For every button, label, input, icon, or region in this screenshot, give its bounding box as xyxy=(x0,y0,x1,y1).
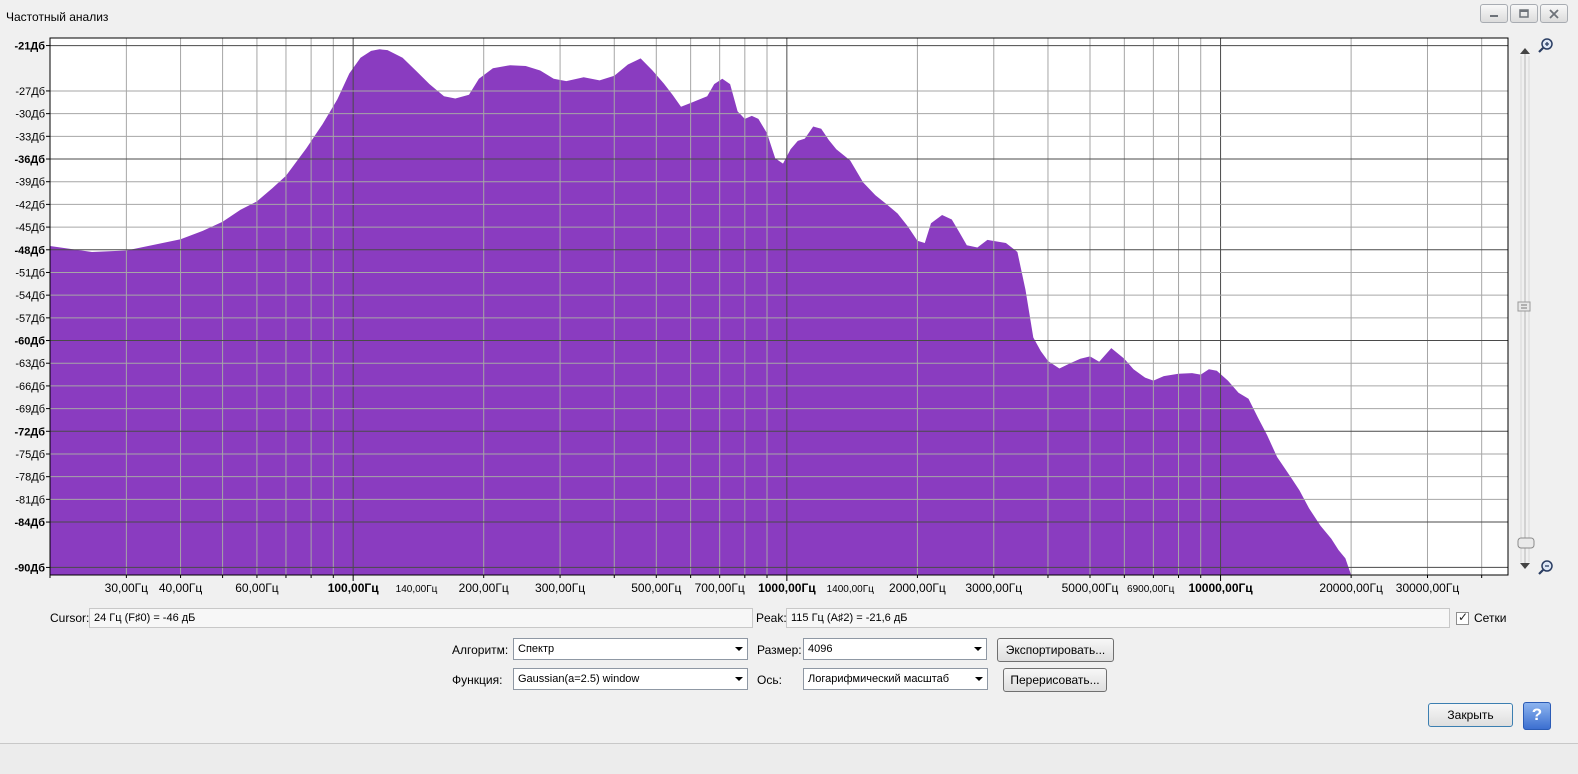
y-tick-label: -66Дб xyxy=(15,381,45,393)
axis-scale-select[interactable]: Логарифмический масштаб xyxy=(803,668,988,690)
vertical-zoom-scrollbar[interactable] xyxy=(1510,36,1540,581)
grid-checkbox-label[interactable]: Сетки xyxy=(1474,611,1506,625)
export-button[interactable]: Экспортировать... xyxy=(997,638,1114,662)
x-tick-label: 3000,00Гц xyxy=(965,581,1022,595)
x-tick-label: 200,00Гц xyxy=(459,581,509,595)
x-tick-label: 60,00Гц xyxy=(235,581,279,595)
y-tick-label: -60Дб xyxy=(14,336,45,348)
axis-scale-value: Логарифмический масштаб xyxy=(808,673,950,685)
minimize-icon[interactable] xyxy=(1480,4,1508,23)
window-function-value: Gaussian(a=2.5) window xyxy=(518,673,640,685)
cursor-readout: 24 Гц (F♯0) = -46 дБ xyxy=(89,608,753,628)
y-tick-label: -69Дб xyxy=(15,404,45,416)
x-tick-label: 6900,00Гц xyxy=(1127,584,1175,595)
peak-label: Peak: xyxy=(756,611,787,625)
grid-checkbox[interactable]: ✓ xyxy=(1456,610,1469,625)
y-tick-label: -30Дб xyxy=(15,109,45,121)
spectrum-plot-area[interactable]: -21Дб -27Дб -30Дб -33Дб -36Дб -39Дб -42Дб -45Дб… xyxy=(0,32,1560,602)
algorithm-label: Алгоритм: xyxy=(452,643,509,657)
y-tick-label: -48Дб xyxy=(14,245,45,257)
maximize-icon[interactable] xyxy=(1510,4,1538,23)
algorithm-select[interactable]: Спектр xyxy=(513,638,748,660)
y-tick-label: -84Дб xyxy=(14,517,45,529)
status-bar xyxy=(0,743,1578,774)
x-tick-label: 10000,00Гц xyxy=(1188,581,1253,595)
title-bar: Частотный анализ xyxy=(0,0,1578,32)
x-tick-label: 40,00Гц xyxy=(159,581,203,595)
window-function-select[interactable]: Gaussian(a=2.5) window xyxy=(513,668,748,690)
window-title: Частотный анализ xyxy=(6,10,109,24)
zoom-in-icon[interactable] xyxy=(1537,37,1555,55)
y-tick-label: -27Дб xyxy=(15,86,45,98)
chevron-down-icon xyxy=(735,647,743,651)
y-tick-label: -51Дб xyxy=(15,267,45,279)
x-tick-label: 1000,00Гц xyxy=(758,581,816,595)
x-tick-label: 30,00Гц xyxy=(105,581,149,595)
chevron-down-icon xyxy=(975,677,983,681)
redraw-button[interactable]: Перерисовать... xyxy=(1003,668,1107,692)
x-tick-label: 1400,00Гц xyxy=(827,584,875,595)
x-tick-label: 30000,00Гц xyxy=(1396,581,1460,595)
y-tick-label: -72Дб xyxy=(14,426,45,438)
close-button[interactable]: Закрыть xyxy=(1428,703,1513,727)
algorithm-value: Спектр xyxy=(518,643,555,655)
y-tick-label: -78Дб xyxy=(15,472,45,484)
chevron-down-icon xyxy=(974,647,982,651)
cursor-label: Cursor: xyxy=(50,611,90,625)
y-tick-label: -54Дб xyxy=(15,290,45,302)
x-tick-label: 300,00Гц xyxy=(535,581,585,595)
y-tick-label: -75Дб xyxy=(15,449,45,461)
x-tick-label: 5000,00Гц xyxy=(1062,581,1119,595)
chevron-down-icon xyxy=(735,677,743,681)
spectrum-chart[interactable]: -21Дб -27Дб -30Дб -33Дб -36Дб -39Дб -42Дб -45Дб… xyxy=(0,32,1510,602)
function-label: Функция: xyxy=(452,673,503,687)
checkmark-icon: ✓ xyxy=(1458,610,1469,624)
x-tick-label: 20000,00Гц xyxy=(1319,581,1383,595)
y-tick-label: -33Дб xyxy=(15,131,45,143)
y-tick-label: -45Дб xyxy=(15,222,45,234)
y-tick-label: -90Дб xyxy=(14,562,45,574)
x-tick-label: 700,00Гц xyxy=(695,581,745,595)
close-icon[interactable] xyxy=(1540,4,1568,23)
y-tick-label: -42Дб xyxy=(15,199,45,211)
y-tick-label: -81Дб xyxy=(15,494,45,506)
x-tick-label: 100,00Гц xyxy=(328,581,380,595)
peak-readout: 115 Гц (A♯2) = -21,6 дБ xyxy=(786,608,1450,628)
zoom-out-icon[interactable] xyxy=(1537,559,1555,577)
x-tick-label: 140,00Гц xyxy=(396,584,438,595)
help-button[interactable]: ? xyxy=(1523,702,1551,730)
axis-label: Ось: xyxy=(757,673,782,687)
y-tick-label: -21Дб xyxy=(14,41,45,53)
y-tick-label: -63Дб xyxy=(15,358,45,370)
y-tick-label: -39Дб xyxy=(15,177,45,189)
x-tick-label: 500,00Гц xyxy=(631,581,681,595)
size-select[interactable]: 4096 xyxy=(803,638,987,660)
x-tick-label: 2000,00Гц xyxy=(889,581,946,595)
y-tick-label: -57Дб xyxy=(15,313,45,325)
size-label: Размер: xyxy=(757,643,802,657)
y-tick-label: -36Дб xyxy=(14,154,45,166)
size-value: 4096 xyxy=(808,643,833,655)
